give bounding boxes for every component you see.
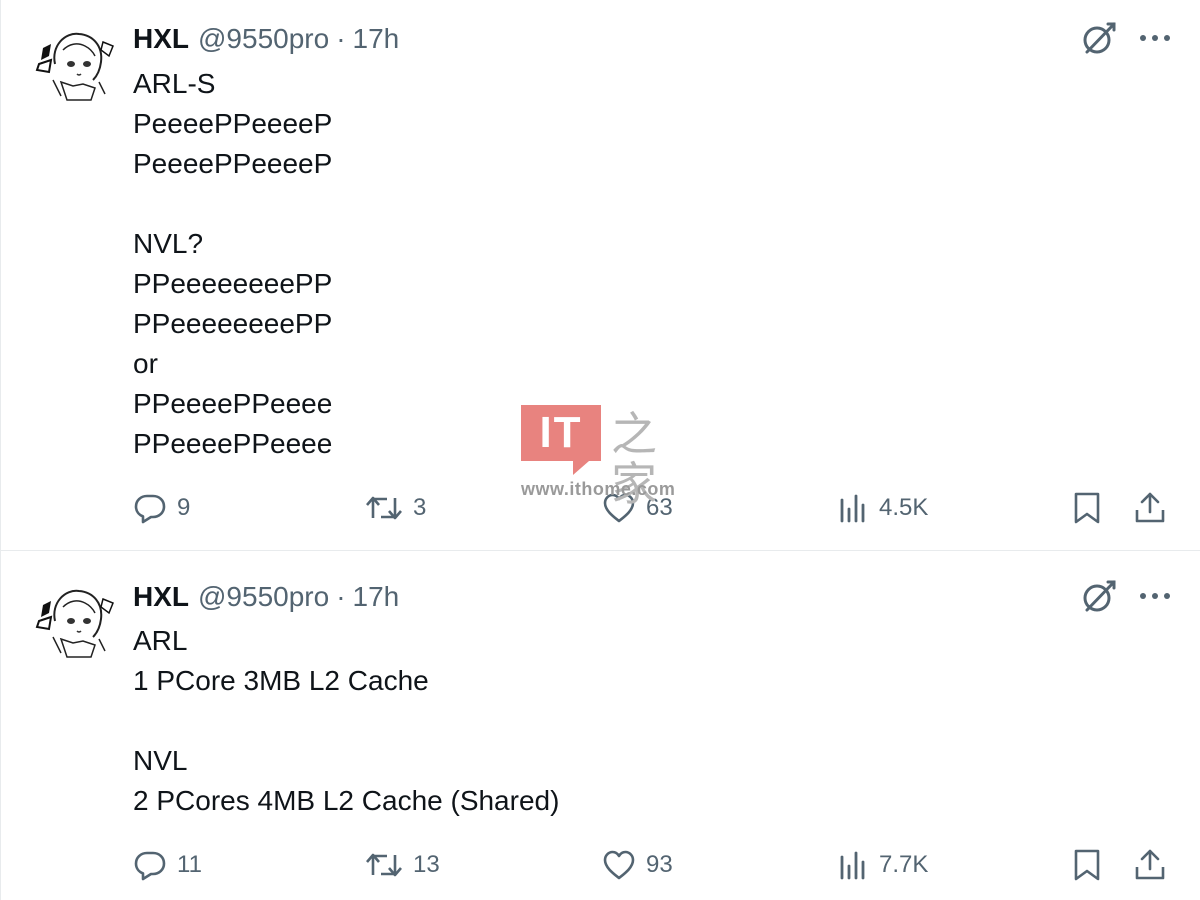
tweet-line: PeeeePPeeeeP	[133, 108, 333, 139]
retweet-count: 13	[413, 851, 440, 878]
tweet-action-bar: 9 3 63 4.5K	[1, 488, 1200, 528]
tweet-text: ARL-S PeeeePPeeeeP PeeeePPeeeeP NVL? PPe…	[133, 64, 332, 464]
share-button[interactable]	[1133, 845, 1167, 885]
tweet-line: ARL-S	[133, 68, 216, 99]
grok-icon[interactable]	[1081, 578, 1117, 614]
views-count: 7.7K	[879, 851, 929, 878]
author-name[interactable]: HXL	[133, 23, 189, 55]
reply-count: 11	[177, 851, 202, 878]
separator-dot: ·	[336, 23, 346, 54]
tweet-line: ARL	[133, 625, 188, 656]
more-options-icon[interactable]	[1139, 591, 1171, 601]
tweet-line: NVL?	[133, 228, 204, 259]
tweet-line	[133, 701, 559, 741]
retweet-icon	[366, 853, 402, 877]
tweet-line: 1 PCore 3MB L2 Cache	[133, 665, 429, 696]
timestamp[interactable]: 17h	[353, 23, 400, 55]
author-name[interactable]: HXL	[133, 581, 189, 613]
tweet-header: HXL @9550pro · 17h	[133, 578, 399, 616]
tweet-line: PeeeePPeeeeP	[133, 148, 333, 179]
separator-dot: ·	[336, 581, 346, 612]
retweet-button[interactable]: 13	[365, 845, 440, 885]
author-handle[interactable]: @9550pro	[198, 23, 329, 55]
tweet-text: ARL 1 PCore 3MB L2 Cache NVL 2 PCores 4M…	[133, 621, 559, 821]
tweet[interactable]: HXL @9550pro · 17h ARL-S PeeeePPeeeeP Pe…	[1, 0, 1200, 551]
tweet-action-bar: 11 13 93 7.7K	[1, 845, 1200, 885]
retweet-count: 3	[413, 494, 427, 521]
views-icon	[840, 851, 865, 880]
avatar-anime-sketch-icon	[33, 20, 119, 106]
views-icon	[840, 494, 865, 523]
avatar[interactable]	[33, 577, 119, 663]
reply-icon	[134, 494, 166, 524]
tweet-line: NVL	[133, 745, 188, 776]
share-icon	[1135, 849, 1165, 880]
tweet-line: or	[133, 348, 158, 379]
bookmark-icon	[1074, 849, 1100, 881]
share-button[interactable]	[1133, 488, 1167, 528]
views-button[interactable]: 7.7K	[839, 845, 928, 885]
like-button[interactable]: 93	[602, 845, 673, 885]
tweet-line: 2 PCores 4MB L2 Cache (Shared)	[133, 785, 560, 816]
views-button[interactable]: 4.5K	[839, 488, 928, 528]
share-icon	[1135, 492, 1165, 523]
like-icon	[603, 850, 635, 880]
reply-button[interactable]: 9	[133, 488, 190, 528]
tweet-line: PPeeeeeeeePP	[133, 268, 333, 299]
avatar-anime-sketch-icon	[33, 577, 119, 663]
tweet[interactable]: HXL @9550pro · 17h ARL 1 PCore 3MB L2 Ca…	[1, 551, 1200, 900]
watermark-logo-tail	[573, 461, 589, 475]
retweet-button[interactable]: 3	[365, 488, 426, 528]
avatar[interactable]	[33, 20, 119, 106]
tweet-line	[133, 184, 332, 224]
tweet-line: PPeeeeeeeePP	[133, 308, 333, 339]
bookmark-button[interactable]	[1072, 488, 1102, 528]
bookmark-icon	[1074, 492, 1100, 524]
tweet-top-actions	[1081, 578, 1171, 614]
timestamp[interactable]: 17h	[353, 581, 400, 613]
views-count: 4.5K	[879, 494, 929, 521]
reply-count: 9	[177, 494, 191, 521]
reply-icon	[134, 851, 166, 881]
like-button[interactable]: 63	[602, 488, 673, 528]
tweet-header: HXL @9550pro · 17h	[133, 20, 399, 58]
tweet-top-actions	[1081, 20, 1171, 56]
like-icon	[603, 493, 635, 523]
author-handle[interactable]: @9550pro	[198, 581, 329, 613]
bookmark-button[interactable]	[1072, 845, 1102, 885]
tweet-line: PPeeeePPeeee	[133, 428, 333, 459]
retweet-icon	[366, 496, 402, 520]
like-count: 63	[646, 494, 673, 521]
reply-button[interactable]: 11	[133, 845, 202, 885]
like-count: 93	[646, 851, 673, 878]
timeline-feed: HXL @9550pro · 17h ARL-S PeeeePPeeeeP Pe…	[0, 0, 1200, 900]
grok-icon[interactable]	[1081, 20, 1117, 56]
tweet-line: PPeeeePPeeee	[133, 388, 333, 419]
watermark-logo: IT	[521, 405, 601, 461]
more-options-icon[interactable]	[1139, 33, 1171, 43]
